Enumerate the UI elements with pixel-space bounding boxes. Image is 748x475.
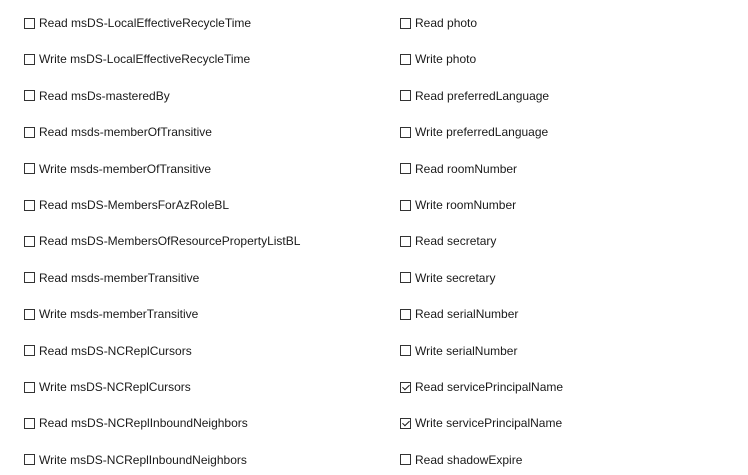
permission-label: Read preferredLanguage bbox=[415, 88, 550, 103]
checkbox-unchecked[interactable] bbox=[24, 53, 35, 65]
permission-item[interactable]: Read msds-memberOfTransitive bbox=[24, 125, 212, 139]
checkbox-unchecked[interactable] bbox=[24, 381, 35, 393]
checkbox-unchecked[interactable] bbox=[400, 199, 411, 211]
permission-label: Read msds-memberTransitive bbox=[39, 270, 200, 285]
permission-item[interactable]: Read secretary bbox=[400, 234, 496, 248]
permission-item[interactable]: Read msDS-LocalEffectiveRecycleTime bbox=[24, 16, 251, 30]
permission-item[interactable]: Read msDS-MembersForAzRoleBL bbox=[24, 198, 229, 212]
checkbox-unchecked[interactable] bbox=[400, 90, 411, 102]
checkbox-unchecked[interactable] bbox=[400, 308, 411, 320]
checkbox-unchecked[interactable] bbox=[24, 126, 35, 138]
permission-label: Read msDS-LocalEffectiveRecycleTime bbox=[39, 16, 252, 30]
checkbox-unchecked[interactable] bbox=[24, 272, 35, 284]
permission-label: Read photo bbox=[415, 16, 478, 30]
permission-item[interactable]: Read roomNumber bbox=[400, 162, 517, 176]
permission-label: Write photo bbox=[415, 52, 477, 67]
checkbox-unchecked[interactable] bbox=[400, 53, 411, 65]
permission-item[interactable]: Write msDS-NCReplCursors bbox=[24, 380, 191, 394]
checkbox-unchecked[interactable] bbox=[400, 272, 411, 284]
permission-item[interactable]: Write msds-memberTransitive bbox=[24, 307, 198, 321]
checkbox-unchecked[interactable] bbox=[400, 163, 411, 175]
permission-item[interactable]: Write servicePrincipalName bbox=[400, 416, 562, 430]
permission-label: Read msDs-masteredBy bbox=[39, 88, 170, 103]
permission-label: Write servicePrincipalName bbox=[415, 416, 563, 431]
checkbox-unchecked[interactable] bbox=[24, 17, 35, 29]
permission-item[interactable]: Read preferredLanguage bbox=[400, 89, 549, 103]
checkbox-unchecked[interactable] bbox=[24, 199, 35, 211]
permission-item[interactable]: Write msDS-LocalEffectiveRecycleTime bbox=[24, 52, 250, 66]
checkbox-checked[interactable] bbox=[400, 381, 411, 393]
permission-item[interactable]: Write msds-memberOfTransitive bbox=[24, 162, 211, 176]
permission-label: Write preferredLanguage bbox=[415, 125, 549, 140]
permission-item[interactable]: Write roomNumber bbox=[400, 198, 516, 212]
permission-item[interactable]: Write msDS-NCReplInboundNeighbors bbox=[24, 453, 247, 467]
checkbox-unchecked[interactable] bbox=[24, 163, 35, 175]
permission-label: Read roomNumber bbox=[415, 161, 518, 176]
permission-label: Write serialNumber bbox=[415, 343, 518, 358]
checkbox-unchecked[interactable] bbox=[400, 235, 411, 247]
checkbox-unchecked[interactable] bbox=[400, 345, 411, 357]
permission-item[interactable]: Read photo bbox=[400, 16, 477, 30]
permission-item[interactable]: Read serialNumber bbox=[400, 307, 518, 321]
checkbox-unchecked[interactable] bbox=[24, 90, 35, 102]
permission-label: Read msDS-MembersForAzRoleBL bbox=[39, 198, 230, 212]
checkbox-unchecked[interactable] bbox=[24, 417, 35, 429]
permission-label: Read serialNumber bbox=[415, 307, 519, 322]
permission-label: Write roomNumber bbox=[415, 198, 517, 212]
checkbox-unchecked[interactable] bbox=[400, 17, 411, 29]
permission-label: Write msDS-LocalEffectiveRecycleTime bbox=[39, 52, 251, 67]
permission-item[interactable]: Write photo bbox=[400, 52, 476, 66]
permission-item[interactable]: Write secretary bbox=[400, 271, 495, 285]
permission-label: Write msds-memberOfTransitive bbox=[39, 161, 212, 176]
permission-item[interactable]: Read msDS-NCReplInboundNeighbors bbox=[24, 416, 248, 430]
permission-item[interactable]: Read servicePrincipalName bbox=[400, 380, 563, 394]
permission-label: Read servicePrincipalName bbox=[415, 380, 564, 394]
permission-label: Write secretary bbox=[415, 270, 496, 285]
checkbox-checked[interactable] bbox=[400, 417, 411, 429]
permission-checklist: Read msDS-LocalEffectiveRecycleTime Write… bbox=[0, 0, 748, 475]
checkbox-unchecked[interactable] bbox=[24, 345, 35, 357]
permission-item[interactable]: Read shadowExpire bbox=[400, 453, 522, 467]
checkbox-unchecked[interactable] bbox=[24, 454, 35, 466]
checkbox-unchecked[interactable] bbox=[24, 308, 35, 320]
permission-label: Read secretary bbox=[415, 234, 497, 249]
permission-item[interactable]: Write preferredLanguage bbox=[400, 125, 548, 139]
checkbox-unchecked[interactable] bbox=[24, 235, 35, 247]
permission-label: Write msds-memberTransitive bbox=[39, 307, 199, 322]
checkbox-unchecked[interactable] bbox=[400, 454, 411, 466]
permission-item[interactable]: Read msds-memberTransitive bbox=[24, 271, 199, 285]
permission-item[interactable]: Read msDS-NCReplCursors bbox=[24, 344, 192, 358]
permission-label: Write msDS-NCReplInboundNeighbors bbox=[39, 452, 247, 467]
permission-label: Read msds-memberOfTransitive bbox=[39, 125, 212, 140]
permission-label: Read msDS-NCReplCursors bbox=[39, 343, 192, 358]
permission-item[interactable]: Read msDs-masteredBy bbox=[24, 89, 170, 103]
permission-label: Write msDS-NCReplCursors bbox=[39, 380, 191, 394]
permission-label: Read msDS-MembersOfResourcePropertyListB… bbox=[39, 234, 301, 249]
checkbox-unchecked[interactable] bbox=[400, 126, 411, 138]
permission-item[interactable]: Write serialNumber bbox=[400, 344, 517, 358]
permission-item[interactable]: Read msDS-MembersOfResourcePropertyListB… bbox=[24, 234, 300, 248]
permission-label: Read msDS-NCReplInboundNeighbors bbox=[39, 416, 248, 431]
permission-label: Read shadowExpire bbox=[415, 452, 523, 467]
